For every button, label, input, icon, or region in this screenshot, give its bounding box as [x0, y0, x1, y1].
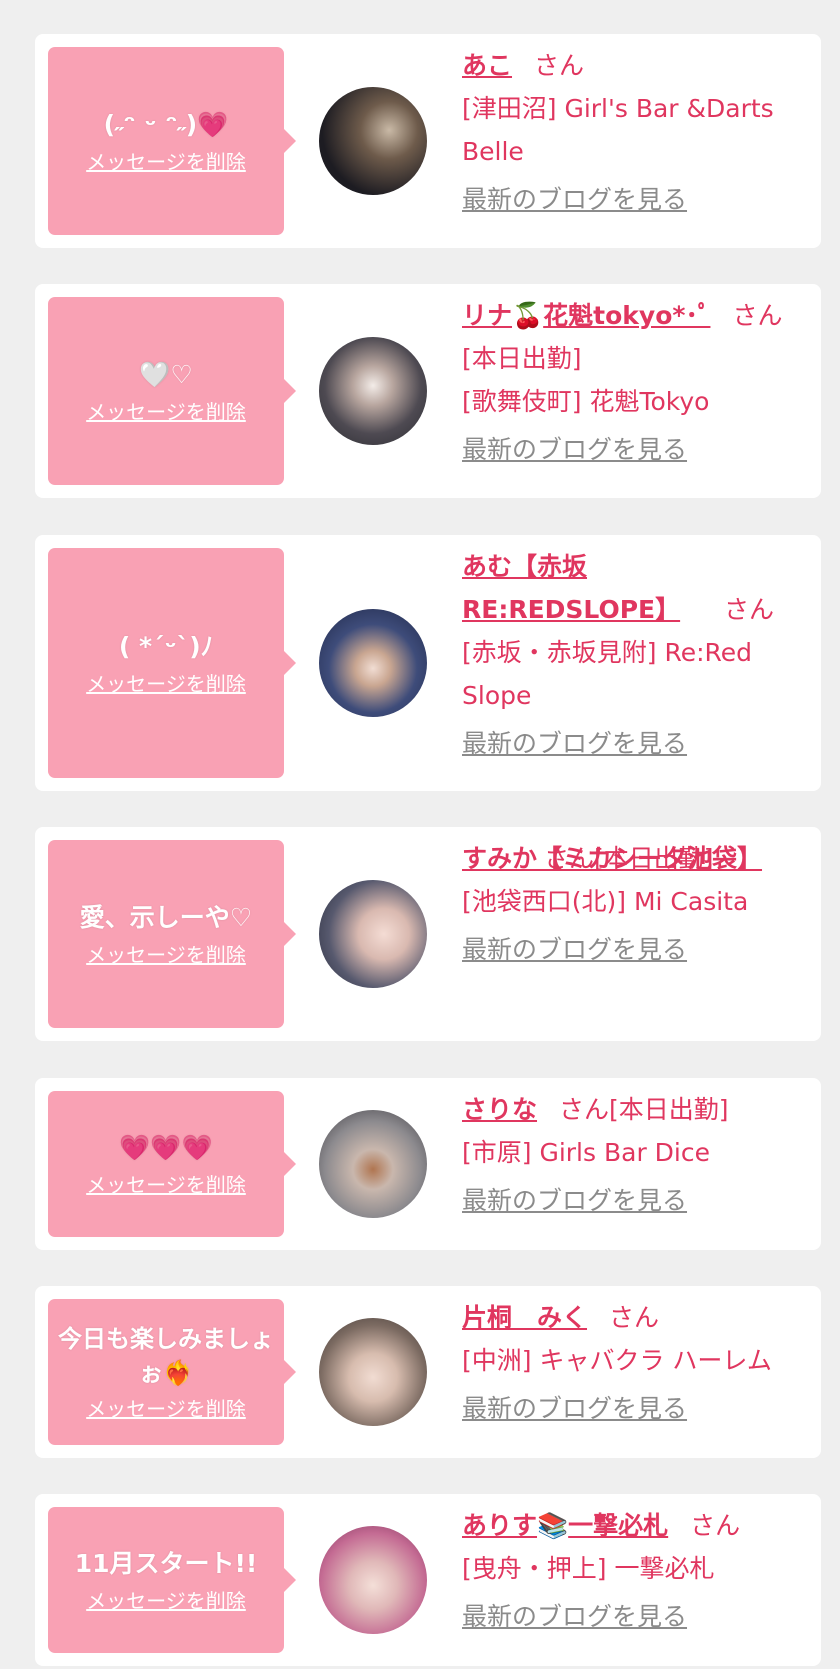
status-text: [本日出勤] — [594, 844, 714, 873]
honorific: さん — [724, 595, 775, 624]
cast-info: あこ さん [津田沼] Girl's Bar &Darts Belle 最新のブロ… — [462, 44, 812, 221]
cherry-icon: 🍒 — [512, 301, 544, 330]
delete-message-link[interactable]: メッセージを削除 — [86, 149, 246, 175]
shop-info: [池袋西口(北)] Mi Casita — [462, 887, 749, 916]
message-text: 💗💗💗 — [119, 1133, 213, 1162]
message-bubble: ( *´ᵕ`)ﾉ メッセージを削除 — [48, 548, 296, 778]
message-card: 🤍♡ メッセージを削除 リナ🍒花魁tokyo*･ﾟ さん [本日出勤] [歌舞伎町… — [35, 284, 821, 498]
latest-blog-link[interactable]: 最新のブログを見る — [462, 1179, 687, 1222]
message-card: 今日も楽しみましょぉ❤️‍🔥 メッセージを削除 片桐 みく さん [中洲] キャバ… — [35, 1286, 821, 1458]
message-text: 愛、示しーや♡ — [79, 903, 253, 932]
cast-name-link[interactable]: リナ🍒花魁tokyo*･ﾟ — [462, 301, 710, 330]
message-list: (˶ᵔ ᵕ ᵔ˶)💗 メッセージを削除 あこ さん [津田沼] Girl's Ba… — [0, 0, 840, 1669]
latest-blog-link[interactable]: 最新のブログを見る — [462, 1595, 687, 1638]
avatar[interactable] — [319, 1110, 427, 1218]
cast-info: ありす📚一撃必札 さん [曳舟・押上] 一撃必札 最新のブログを見る — [462, 1504, 812, 1638]
delete-message-link[interactable]: メッセージを削除 — [86, 399, 246, 425]
latest-blog-link[interactable]: 最新のブログを見る — [462, 928, 687, 971]
avatar[interactable] — [319, 1318, 427, 1426]
message-text: ( *´ᵕ`)ﾉ — [118, 632, 214, 661]
status-text: [本日出勤] — [609, 1095, 729, 1124]
honorific: さん — [732, 301, 783, 330]
cast-name-link[interactable]: あこ — [462, 51, 512, 80]
shop-info: [本日出勤] — [462, 344, 582, 373]
shop-info: [市原] Girls Bar Dice — [462, 1138, 710, 1167]
delete-message-link[interactable]: メッセージを削除 — [86, 671, 246, 697]
cast-info: すみか【ミカシータ池袋】 さん[本日出勤] [池袋西口(北)] Mi Casit… — [462, 837, 812, 971]
latest-blog-link[interactable]: 最新のブログを見る — [462, 178, 687, 221]
cast-info: あむ【赤坂 RE:REDSLOPE】 さん [赤坂・赤坂見附] Re:Red S… — [462, 545, 812, 765]
cast-name-link[interactable]: ありす📚一撃必札 — [462, 1511, 668, 1540]
cast-name-link[interactable]: さりな — [462, 1095, 537, 1124]
message-bubble: 愛、示しーや♡ メッセージを削除 — [48, 840, 296, 1028]
books-icon: 📚 — [537, 1511, 569, 1540]
avatar[interactable] — [319, 880, 427, 988]
message-card: (˶ᵔ ᵕ ᵔ˶)💗 メッセージを削除 あこ さん [津田沼] Girl's Ba… — [35, 34, 821, 248]
honorific: さん — [534, 51, 585, 80]
shop-info: [津田沼] Girl's Bar &Darts Belle — [462, 94, 774, 166]
message-bubble: 11月スタート!! メッセージを削除 — [48, 1507, 296, 1653]
shop-info: [歌舞伎町] 花魁Tokyo — [462, 387, 710, 416]
message-text: 今日も楽しみましょぉ❤️‍🔥 — [58, 1325, 274, 1387]
cast-name-link[interactable]: 片桐 みく — [462, 1303, 587, 1332]
shop-info: [曳舟・押上] 一撃必札 — [462, 1554, 715, 1583]
avatar[interactable] — [319, 337, 427, 445]
honorific: さん — [544, 844, 595, 873]
latest-blog-link[interactable]: 最新のブログを見る — [462, 428, 687, 471]
avatar[interactable] — [319, 87, 427, 195]
avatar[interactable] — [319, 609, 427, 717]
message-card: 💗💗💗 メッセージを削除 さりな さん[本日出勤] [市原] Girls Bar … — [35, 1078, 821, 1250]
cast-info: リナ🍒花魁tokyo*･ﾟ さん [本日出勤] [歌舞伎町] 花魁Tokyo 最新… — [462, 294, 812, 471]
cast-name-link[interactable]: あむ【赤坂 RE:REDSLOPE】 — [462, 552, 680, 624]
message-bubble: 🤍♡ メッセージを削除 — [48, 297, 296, 485]
latest-blog-link[interactable]: 最新のブログを見る — [462, 722, 687, 765]
message-card: 11月スタート!! メッセージを削除 ありす📚一撃必札 さん [曳舟・押上] 一撃… — [35, 1494, 821, 1666]
honorific: さん — [690, 1511, 741, 1540]
delete-message-link[interactable]: メッセージを削除 — [86, 1396, 246, 1422]
message-text: 11月スタート!! — [74, 1549, 258, 1578]
honorific: さん — [609, 1303, 660, 1332]
message-bubble: 今日も楽しみましょぉ❤️‍🔥 メッセージを削除 — [48, 1299, 296, 1445]
message-bubble: (˶ᵔ ᵕ ᵔ˶)💗 メッセージを削除 — [48, 47, 296, 235]
honorific: さん — [559, 1095, 610, 1124]
cast-info: さりな さん[本日出勤] [市原] Girls Bar Dice 最新のブログを見… — [462, 1088, 812, 1222]
delete-message-link[interactable]: メッセージを削除 — [86, 1172, 246, 1198]
shop-info: [中洲] キャバクラ ハーレム — [462, 1346, 772, 1375]
message-text: (˶ᵔ ᵕ ᵔ˶)💗 — [103, 110, 229, 139]
cast-info: 片桐 みく さん [中洲] キャバクラ ハーレム 最新のブログを見る — [462, 1296, 812, 1430]
shop-info: [赤坂・赤坂見附] Re:Red Slope — [462, 638, 753, 710]
avatar[interactable] — [319, 1526, 427, 1634]
message-card: 愛、示しーや♡ メッセージを削除 すみか【ミカシータ池袋】 さん[本日出勤] [… — [35, 827, 821, 1041]
message-text: 🤍♡ — [139, 360, 193, 389]
message-bubble: 💗💗💗 メッセージを削除 — [48, 1091, 296, 1237]
message-card: ( *´ᵕ`)ﾉ メッセージを削除 あむ【赤坂 RE:REDSLOPE】 さん … — [35, 535, 821, 791]
delete-message-link[interactable]: メッセージを削除 — [86, 942, 246, 968]
delete-message-link[interactable]: メッセージを削除 — [86, 1588, 246, 1614]
latest-blog-link[interactable]: 最新のブログを見る — [462, 1387, 687, 1430]
